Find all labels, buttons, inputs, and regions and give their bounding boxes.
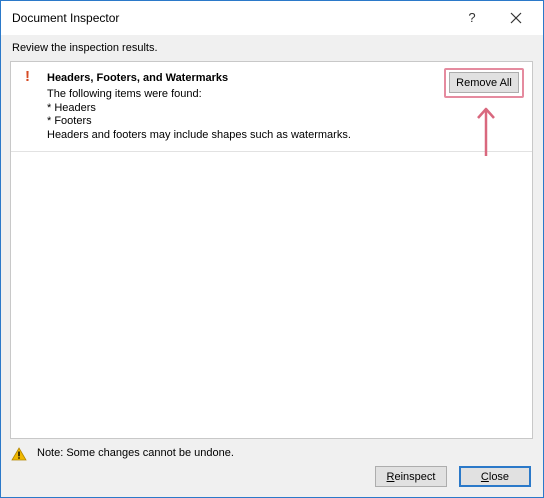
help-button[interactable]: ? bbox=[459, 5, 485, 31]
up-arrow-icon bbox=[477, 107, 495, 156]
result-description: The following items were found: * Header… bbox=[47, 88, 351, 142]
close-button[interactable]: Close bbox=[459, 466, 531, 487]
reinspect-button[interactable]: Reinspect bbox=[375, 466, 447, 487]
close-window-button[interactable] bbox=[503, 5, 529, 31]
result-line: * Headers bbox=[47, 101, 96, 114]
exclamation-icon: ! bbox=[25, 68, 30, 85]
result-item-headers-footers: ! Headers, Footers, and Watermarks The f… bbox=[11, 62, 532, 156]
close-mnemonic: C bbox=[480, 470, 489, 483]
title-bar: Document Inspector ? bbox=[1, 1, 543, 35]
window-title: Document Inspector bbox=[12, 11, 120, 25]
remove-all-button[interactable]: Remove All bbox=[449, 72, 519, 93]
results-list: ! Headers, Footers, and Watermarks The f… bbox=[10, 61, 533, 439]
reinspect-label: einspect bbox=[394, 470, 436, 483]
result-title: Headers, Footers, and Watermarks bbox=[47, 72, 229, 84]
warning-icon bbox=[11, 447, 27, 461]
document-inspector-dialog: Document Inspector ? Review the inspecti… bbox=[0, 0, 544, 498]
result-line: The following items were found: bbox=[47, 88, 202, 100]
result-line: * Footers bbox=[47, 115, 92, 127]
result-line: Headers and footers may include shapes s… bbox=[47, 128, 351, 141]
note-text: Note: Some changes cannot be undone. bbox=[37, 447, 234, 459]
close-label: lose bbox=[488, 470, 510, 483]
close-icon bbox=[510, 12, 522, 24]
instruction-text: Review the inspection results. bbox=[12, 42, 158, 54]
